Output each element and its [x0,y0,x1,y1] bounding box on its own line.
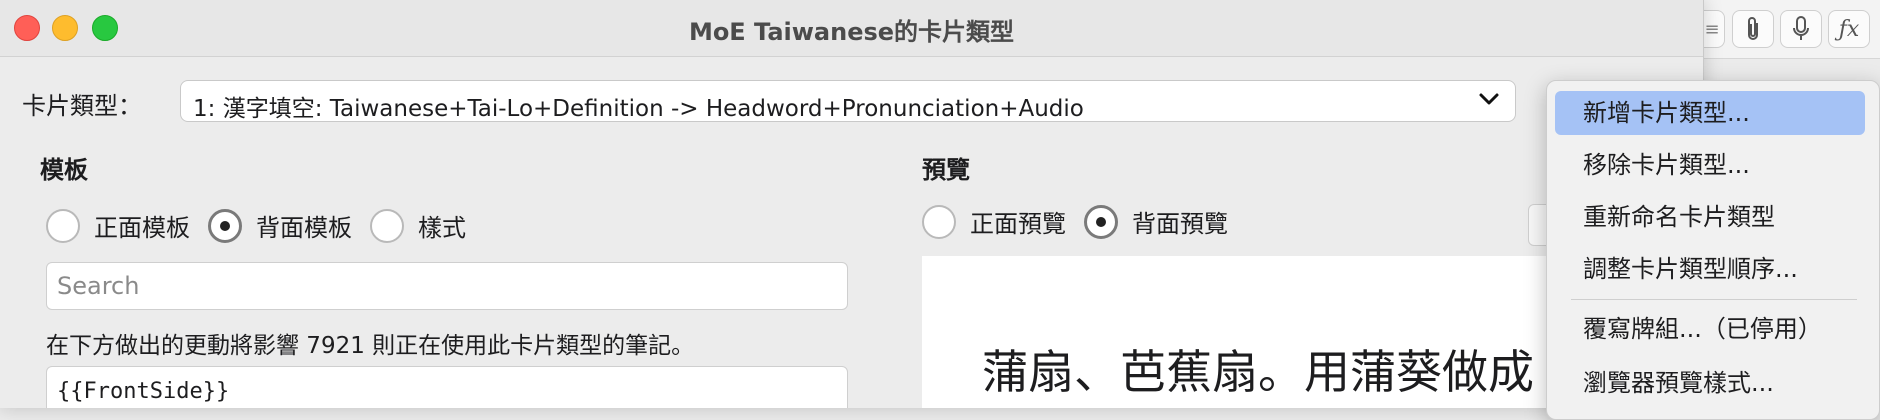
paperclip-icon[interactable] [1732,10,1774,48]
back-template-label: 背面模板 [256,214,352,242]
back-preview-radio[interactable] [1084,204,1118,239]
title-bar: MoE Taiwanese的卡片類型 [0,0,1703,57]
styling-label: 樣式 [418,214,466,242]
front-preview-label: 正面預覽 [970,210,1066,238]
note-type-options-menu: 新增卡片類型... 移除卡片類型... 重新命名卡片類型 調整卡片類型順序...… [1546,80,1880,420]
preview-radio-group: 正面預覽 背面預覽 [922,204,1246,239]
front-template-radio[interactable] [46,208,80,243]
preview-section-title: 預覽 [922,156,970,184]
chevron-down-icon [1477,87,1501,117]
template-editor-text: {{FrontSide}} [57,379,230,404]
back-template-radio[interactable] [208,208,242,243]
menu-item-remove-note-type[interactable]: 移除卡片類型... [1555,143,1865,187]
back-preview-label: 背面預覽 [1132,210,1228,238]
menu-item-deck-override[interactable]: 覆寫牌組...（已停用） [1555,307,1865,351]
template-search-input[interactable] [46,262,848,310]
note-types-window: MoE Taiwanese的卡片類型 卡片類型： 1: 漢字填空: Taiwan… [0,0,1704,408]
template-editor[interactable]: {{FrontSide}} [46,366,848,408]
card-preview: 蒲扇、芭蕉扇。用蒲葵做成 [922,256,1622,408]
note-type-select[interactable]: 1: 漢字填空: Taiwanese+Tai-Lo+Definition -> … [180,80,1516,122]
menu-item-browser-appearance[interactable]: 瀏覽器預覽樣式... [1555,361,1865,405]
menu-item-add-note-type[interactable]: 新增卡片類型... [1555,91,1865,135]
front-preview-radio[interactable] [922,204,956,239]
microphone-icon[interactable] [1780,10,1822,48]
template-radio-group: 正面模板 背面模板 樣式 [46,208,484,243]
template-section-title: 模板 [40,156,88,184]
menu-separator [1571,299,1857,300]
usage-notice: 在下方做出的更動將影響 7921 則正在使用此卡片類型的筆記。 [46,333,695,359]
function-icon[interactable]: ƒx [1828,10,1870,48]
window-title: MoE Taiwanese的卡片類型 [688,18,1015,46]
front-template-label: 正面模板 [94,214,190,242]
menu-item-rename-note-type[interactable]: 重新命名卡片類型 [1555,195,1865,239]
menu-item-reposition-note-type[interactable]: 調整卡片類型順序... [1555,247,1865,291]
preview-definition-text: 蒲扇、芭蕉扇。用蒲葵做成 [982,345,1534,399]
styling-radio[interactable] [370,208,404,243]
note-type-value: 1: 漢字填空: Taiwanese+Tai-Lo+Definition -> … [193,96,1084,122]
note-type-label: 卡片類型： [22,92,142,120]
